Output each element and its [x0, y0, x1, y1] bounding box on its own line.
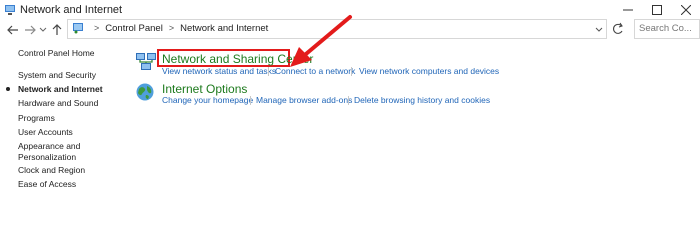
- up-button[interactable]: [51, 22, 63, 38]
- search-placeholder: Search Co...: [639, 23, 692, 34]
- forward-arrow-icon: [25, 25, 36, 35]
- up-arrow-icon: [52, 24, 62, 35]
- breadcrumb-separator: >: [168, 23, 175, 33]
- annotation-arrow: [290, 15, 352, 67]
- sidebar-item-control-panel-home[interactable]: Control Panel Home: [18, 48, 95, 59]
- breadcrumb-network-and-internet[interactable]: Network and Internet: [180, 23, 268, 34]
- network-sharing-icon: [136, 53, 156, 70]
- close-icon: [681, 5, 691, 15]
- sidebar-item-hardware-and-sound[interactable]: Hardware and Sound: [18, 98, 98, 109]
- window-title: Network and Internet: [20, 4, 123, 16]
- maximize-button[interactable]: [643, 0, 671, 20]
- close-button[interactable]: [672, 0, 700, 20]
- delete-browsing-history-link[interactable]: Delete browsing history and cookies: [354, 95, 490, 105]
- sidebar-item-programs[interactable]: Programs: [18, 113, 55, 124]
- link-separator: [348, 96, 349, 105]
- change-homepage-link[interactable]: Change your homepage: [162, 95, 253, 105]
- internet-options-globe-icon: [136, 83, 154, 101]
- network-app-icon: [5, 5, 15, 15]
- back-arrow-icon: [7, 25, 18, 35]
- back-button[interactable]: [6, 22, 20, 38]
- view-network-status-link[interactable]: View network status and tasks: [162, 66, 276, 76]
- sidebar-item-appearance-and[interactable]: Appearance and: [18, 141, 80, 152]
- breadcrumb-control-panel[interactable]: Control Panel: [105, 23, 163, 34]
- manage-browser-addons-link[interactable]: Manage browser add-ons: [256, 95, 352, 105]
- control-panel-icon: [73, 23, 83, 34]
- current-item-bullet: [6, 87, 10, 91]
- forward-button[interactable]: [23, 22, 37, 38]
- sidebar-item-clock-and-region[interactable]: Clock and Region: [18, 165, 85, 176]
- sidebar-item-ease-of-access[interactable]: Ease of Access: [18, 179, 76, 190]
- breadcrumb-separator: >: [94, 23, 100, 33]
- recent-pages-dropdown[interactable]: [38, 22, 48, 38]
- sidebar-item-network-and-internet: Network and Internet: [18, 84, 103, 94]
- internet-options-link[interactable]: Internet Options: [162, 82, 247, 96]
- view-network-computers-link[interactable]: View network computers and devices: [359, 66, 499, 76]
- maximize-icon: [652, 5, 662, 15]
- minimize-button[interactable]: [614, 0, 642, 20]
- sidebar-item-user-accounts[interactable]: User Accounts: [18, 127, 73, 138]
- sidebar-item-personalization[interactable]: Personalization: [18, 152, 76, 163]
- recent-dropdown-icon: [39, 27, 47, 32]
- link-separator: [268, 67, 269, 76]
- refresh-icon[interactable]: [611, 21, 625, 37]
- search-input[interactable]: Search Co...: [634, 19, 700, 39]
- sidebar-item-system-and-security[interactable]: System and Security: [18, 70, 96, 81]
- minimize-icon: [623, 9, 633, 11]
- link-separator: [250, 96, 251, 105]
- address-dropdown-icon[interactable]: [593, 22, 605, 36]
